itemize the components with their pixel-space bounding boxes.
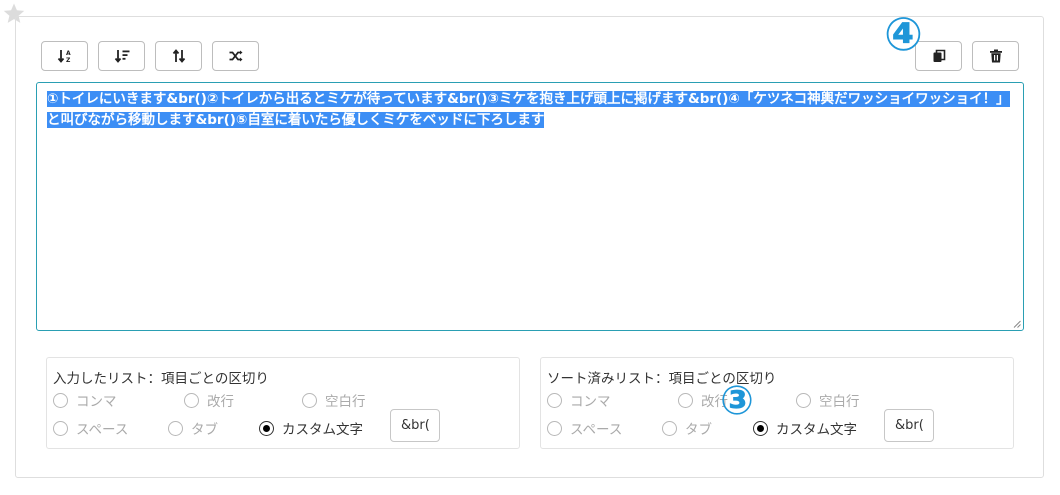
input-option-comma[interactable]: コンマ xyxy=(53,390,117,410)
sorted-option-comma[interactable]: コンマ xyxy=(547,390,611,410)
input-separator-title: 入力したリスト：項目ごとの区切り xyxy=(53,371,269,387)
sorted-option-space[interactable]: スペース xyxy=(547,418,622,438)
radio-icon[interactable] xyxy=(302,392,317,408)
reverse-order-button[interactable] xyxy=(155,41,202,71)
sort-ascending-button[interactable]: A Z xyxy=(41,41,88,71)
selected-text: ①トイレにいきます&br()②トイレから出るとミケが待っています&br()③ミケ… xyxy=(47,91,1010,128)
radio-icon[interactable] xyxy=(547,420,562,436)
input-option-tab[interactable]: タブ xyxy=(168,418,218,438)
option-label: スペース xyxy=(76,422,129,438)
input-option-custom[interactable]: カスタム文字 xyxy=(259,418,363,438)
option-label: タブ xyxy=(685,422,712,438)
radio-icon[interactable] xyxy=(547,392,562,408)
copy-icon xyxy=(933,49,945,62)
input-custom-separator-field[interactable]: &br( xyxy=(390,409,440,442)
radio-icon[interactable] xyxy=(184,392,199,408)
shuffle-icon xyxy=(229,50,242,62)
trash-icon xyxy=(989,49,1002,63)
radio-icon[interactable] xyxy=(796,392,811,408)
annotation-marker-copy: ④ xyxy=(884,7,923,61)
input-option-newline[interactable]: 改行 xyxy=(184,390,234,410)
radio-icon[interactable] xyxy=(168,420,183,436)
resize-grip-icon[interactable] xyxy=(1013,320,1021,328)
sort-amount-desc-icon xyxy=(114,50,129,63)
option-label: カスタム文字 xyxy=(282,422,363,438)
sorted-separator-group: ソート済みリスト：項目ごとの区切り コンマ 改行 空白行 スペース タブ カスタ… xyxy=(540,357,1014,449)
shuffle-button[interactable] xyxy=(212,41,259,71)
sorted-option-custom[interactable]: カスタム文字 xyxy=(753,418,857,438)
option-label: コンマ xyxy=(76,394,117,410)
arrows-up-down-icon xyxy=(172,49,185,63)
radio-icon[interactable] xyxy=(753,420,768,436)
sorted-custom-separator-field[interactable]: &br( xyxy=(884,409,934,442)
sorted-option-blank-line[interactable]: 空白行 xyxy=(796,390,860,410)
radio-icon[interactable] xyxy=(678,392,693,408)
svg-text:A: A xyxy=(66,50,71,57)
option-label: カスタム文字 xyxy=(776,422,857,438)
option-label: タブ xyxy=(191,422,218,438)
option-label: スペース xyxy=(570,422,623,438)
delete-button[interactable] xyxy=(972,41,1019,71)
sorted-option-tab[interactable]: タブ xyxy=(662,418,712,438)
option-label: 空白行 xyxy=(325,394,366,410)
list-textarea[interactable]: ①トイレにいきます&br()②トイレから出るとミケが待っています&br()③ミケ… xyxy=(36,82,1024,331)
radio-icon[interactable] xyxy=(53,420,68,436)
radio-icon[interactable] xyxy=(259,420,274,436)
sort-alpha-asc-icon: A Z xyxy=(57,50,71,64)
input-option-blank-line[interactable]: 空白行 xyxy=(302,390,366,410)
option-label: コンマ xyxy=(570,394,611,410)
option-label: 改行 xyxy=(207,394,234,410)
svg-text:Z: Z xyxy=(66,57,71,64)
option-label: 空白行 xyxy=(819,394,860,410)
input-option-space[interactable]: スペース xyxy=(53,418,128,438)
sort-descending-button[interactable] xyxy=(98,41,145,71)
annotation-marker-sorted: ③ xyxy=(720,378,754,424)
radio-icon[interactable] xyxy=(662,420,677,436)
input-separator-group: 入力したリスト：項目ごとの区切り コンマ 改行 空白行 スペース タブ カスタム… xyxy=(46,357,520,449)
radio-icon[interactable] xyxy=(53,392,68,408)
